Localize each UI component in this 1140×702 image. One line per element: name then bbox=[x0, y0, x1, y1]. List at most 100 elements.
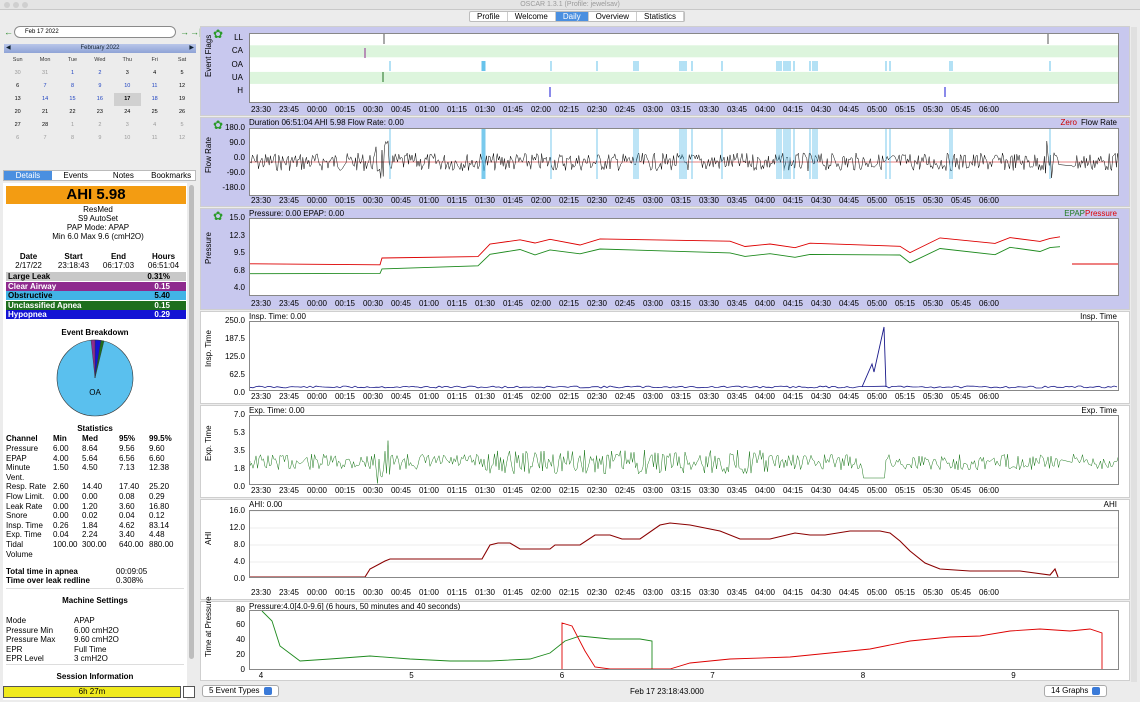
calendar-day[interactable]: 10 bbox=[114, 80, 141, 93]
calendar-day[interactable]: 13 bbox=[4, 93, 31, 106]
exp-time-panel[interactable]: Exp. Time Exp. Time: 0.00 Exp. Time 7.0 5.3 3… bbox=[200, 405, 1130, 498]
zoom-window-icon[interactable] bbox=[22, 2, 28, 8]
calendar-day[interactable]: 30 bbox=[4, 67, 31, 80]
calendar-day[interactable]: 25 bbox=[141, 106, 168, 119]
date-input[interactable]: Feb 17 2022 bbox=[14, 26, 176, 38]
calendar-day[interactable]: 8 bbox=[59, 80, 86, 93]
time-tick: 05:30 bbox=[922, 588, 944, 597]
calendar-day[interactable]: 6 bbox=[4, 80, 31, 93]
next-month-icon[interactable]: ▶ bbox=[189, 44, 194, 53]
calendar-day[interactable]: 3 bbox=[114, 67, 141, 80]
stats-cell: 1.50 bbox=[53, 463, 69, 473]
duration-toggle-button[interactable] bbox=[183, 686, 195, 698]
time-tick: 01:45 bbox=[502, 196, 524, 205]
graph-scrollbar[interactable] bbox=[1131, 27, 1137, 682]
calendar-day[interactable]: 15 bbox=[59, 93, 86, 106]
calendar-day[interactable]: 9 bbox=[86, 80, 113, 93]
plot-area[interactable] bbox=[249, 610, 1119, 670]
calendar-day[interactable]: 20 bbox=[4, 106, 31, 119]
calendar-weekdays: Sun Mon Tue Wed Thu Fri Sat bbox=[4, 54, 196, 67]
flow-rate-panel[interactable]: ✿ Flow Rate Duration 06:51:04 AHI 5.98 Flo… bbox=[200, 117, 1130, 207]
calendar-day[interactable]: 19 bbox=[168, 93, 195, 106]
calendar-day[interactable]: 17 bbox=[113, 93, 141, 106]
calendar-day[interactable]: 4 bbox=[141, 119, 168, 132]
calendar-day[interactable]: 14 bbox=[31, 93, 58, 106]
calendar-day[interactable]: 5 bbox=[168, 67, 195, 80]
plot-area[interactable] bbox=[249, 33, 1120, 103]
calendar-day[interactable]: 3 bbox=[114, 119, 141, 132]
event-types-dropdown[interactable]: 5 Event Types bbox=[202, 685, 279, 697]
prev-day-icon[interactable]: ← bbox=[4, 26, 13, 38]
plot-area[interactable] bbox=[249, 415, 1119, 485]
time-at-pressure-panel[interactable]: Time at Pressure Pressure:4.0[4.0-9.6] (6… bbox=[200, 596, 1130, 681]
event-row[interactable]: Unclassified Apnea 0.15 bbox=[6, 300, 186, 310]
plot-area[interactable] bbox=[249, 218, 1120, 296]
stats-cell: 17.40 bbox=[119, 482, 140, 492]
graphs-dropdown[interactable]: 14 Graphs bbox=[1044, 685, 1108, 697]
calendar-day[interactable]: 26 bbox=[168, 106, 195, 119]
calendar-day[interactable]: 12 bbox=[168, 132, 195, 145]
time-tick: 23:45 bbox=[278, 588, 300, 597]
calendar-day[interactable]: 11 bbox=[141, 80, 168, 93]
time-tick: 01:45 bbox=[502, 486, 524, 495]
event-row[interactable]: Hypopnea 0.29 bbox=[6, 310, 186, 319]
subtab-events[interactable]: Events bbox=[52, 171, 100, 180]
calendar-day[interactable]: 28 bbox=[31, 119, 58, 132]
stats-col-header: 95% bbox=[119, 434, 136, 443]
prev-month-icon[interactable]: ◀ bbox=[6, 44, 11, 53]
tab-welcome[interactable]: Welcome bbox=[508, 12, 556, 21]
details-scrollbar[interactable] bbox=[189, 185, 194, 659]
tab-profile[interactable]: Profile bbox=[470, 12, 508, 21]
event-row[interactable]: Large Leak 0.31% bbox=[6, 272, 186, 281]
chevron-down-icon bbox=[263, 686, 272, 695]
event-flags-panel[interactable]: ✿ Event Flags LL CA OA UA H 23:30 23:45 00:00 00:1… bbox=[200, 26, 1130, 116]
event-row[interactable]: Clear Airway 0.15 bbox=[6, 281, 186, 291]
calendar-week: 6 7 8 9 10 11 12 bbox=[4, 132, 196, 145]
setting-value: Full Time bbox=[74, 644, 107, 654]
calendar-day[interactable]: 11 bbox=[141, 132, 168, 145]
calendar-day[interactable]: 10 bbox=[114, 132, 141, 145]
calendar-day[interactable]: 7 bbox=[31, 80, 58, 93]
plot-area[interactable] bbox=[249, 510, 1120, 578]
next-day-icon[interactable]: → bbox=[180, 26, 189, 38]
calendar-day[interactable]: 1 bbox=[59, 119, 86, 132]
subtab-details[interactable]: Details bbox=[4, 171, 52, 180]
calendar-day[interactable]: 1 bbox=[59, 67, 86, 80]
calendar-day[interactable]: 7 bbox=[31, 132, 58, 145]
stats-cell: 9.60 bbox=[149, 444, 165, 453]
calendar-day[interactable]: 21 bbox=[31, 106, 58, 119]
calendar-day[interactable]: 22 bbox=[59, 106, 86, 119]
plot-area[interactable] bbox=[249, 321, 1119, 391]
calendar-day[interactable]: 9 bbox=[86, 132, 113, 145]
tab-daily[interactable]: Daily bbox=[555, 12, 589, 21]
plot-canvas bbox=[249, 440, 1119, 484]
weekday-label: Wed bbox=[94, 57, 106, 63]
calendar-day[interactable]: 16 bbox=[86, 93, 113, 106]
calendar-day[interactable]: 12 bbox=[168, 80, 195, 93]
calendar-day[interactable]: 18 bbox=[141, 93, 168, 106]
calendar-day[interactable]: 8 bbox=[59, 132, 86, 145]
calendar-day[interactable]: 23 bbox=[86, 106, 113, 119]
tab-statistics[interactable]: Statistics bbox=[637, 12, 685, 21]
plot-area[interactable] bbox=[249, 128, 1120, 196]
event-row[interactable]: Obstructive 5.40 bbox=[6, 291, 186, 300]
calendar-day[interactable]: 4 bbox=[141, 67, 168, 80]
calendar-day[interactable]: 24 bbox=[114, 106, 141, 119]
calendar-day[interactable]: 27 bbox=[4, 119, 31, 132]
calendar-day[interactable]: 2 bbox=[86, 119, 113, 132]
event-name: Unclassified Apnea bbox=[8, 300, 82, 310]
calendar-day[interactable]: 31 bbox=[31, 67, 58, 80]
insp-time-panel[interactable]: Insp. Time Insp. Time: 0.00 Insp. Time 250.… bbox=[200, 311, 1130, 404]
time-tick: 00:45 bbox=[390, 392, 412, 401]
pressure-panel[interactable]: ✿ Pressure Pressure: 0.00 EPAP: 0.00 EPAPPr… bbox=[200, 208, 1130, 310]
calendar-day[interactable]: 6 bbox=[4, 132, 31, 145]
ahi-panel[interactable]: AHI AHI: 0.00 AHI 16.0 12.0 8.0 4.0 0.0 23:30 23:… bbox=[200, 499, 1130, 600]
subtab-notes[interactable]: Notes bbox=[100, 171, 148, 180]
subtab-bookmarks[interactable]: Bookmarks bbox=[147, 171, 195, 180]
minimize-window-icon[interactable] bbox=[13, 2, 19, 8]
close-window-icon[interactable] bbox=[4, 2, 10, 8]
time-tick: 03:00 bbox=[642, 392, 664, 401]
tab-overview[interactable]: Overview bbox=[589, 12, 638, 21]
calendar-day[interactable]: 5 bbox=[168, 119, 195, 132]
calendar-day[interactable]: 2 bbox=[86, 67, 113, 80]
